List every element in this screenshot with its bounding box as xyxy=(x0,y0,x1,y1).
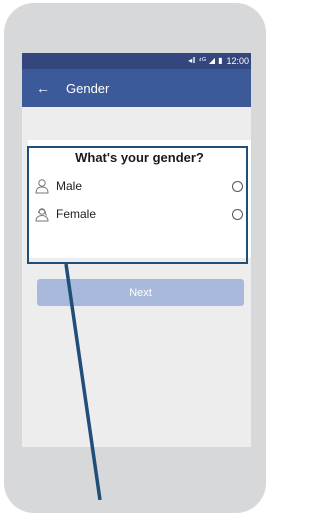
arrow-left-icon[interactable]: ← xyxy=(36,80,50,96)
network-icon: ⁴ᴳ xyxy=(198,56,206,65)
highlight-box xyxy=(27,146,248,264)
status-icons: ◂ǁ ⁴ᴳ ◢ ▮ xyxy=(188,57,222,65)
mute-icon: ◂ǁ xyxy=(188,56,196,65)
page-title: Gender xyxy=(66,80,110,96)
signal-icon: ◢ xyxy=(208,56,216,65)
app-bar: ← Gender xyxy=(22,69,251,107)
status-bar: ◂ǁ ⁴ᴳ ◢ ▮ 12:00 xyxy=(22,53,251,69)
battery-icon: ▮ xyxy=(218,56,223,65)
next-button[interactable]: Next xyxy=(37,279,244,306)
status-time: 12:00 xyxy=(226,56,249,66)
